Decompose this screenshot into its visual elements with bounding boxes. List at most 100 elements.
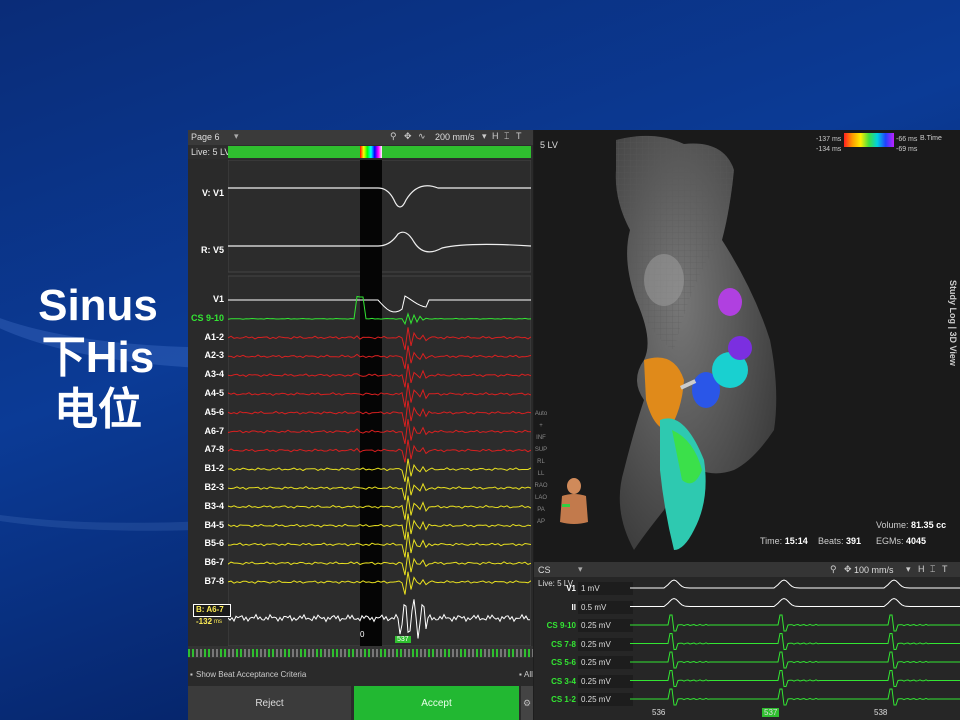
cs-trace [630, 651, 960, 669]
cs-scale-label[interactable]: 0.25 mV [578, 637, 633, 651]
timeline-tick [436, 649, 438, 657]
tool-icon[interactable]: ⚲ [390, 131, 397, 142]
slide-title-line-1: Sinus [38, 281, 158, 330]
chevron-down-icon[interactable]: ▾ [482, 131, 487, 142]
cs-channel-label[interactable]: CS 3-4 [536, 677, 576, 686]
zero-marker: 0 [360, 630, 365, 639]
timeline-tick [392, 649, 394, 657]
wave-icon[interactable]: ∿ [418, 131, 426, 142]
chevron-down-icon[interactable]: ▾ [578, 564, 583, 575]
channel-label[interactable]: B2-3 [184, 482, 224, 492]
view-button[interactable]: RAO [534, 480, 548, 492]
channel-label[interactable]: CS 9-10 [184, 313, 224, 323]
criteria-label[interactable]: Show Beat Acceptance Criteria [196, 670, 306, 679]
timeline-tick [192, 649, 194, 657]
view-button[interactable]: RL [534, 456, 548, 468]
timeline-tick [448, 649, 450, 657]
egm-waveforms[interactable] [228, 160, 531, 646]
reject-button[interactable]: Reject [188, 686, 351, 720]
criteria-checkbox[interactable]: ▪ [190, 670, 193, 679]
chevron-down-icon[interactable]: ▾ [906, 564, 911, 575]
view-button[interactable]: PA [534, 504, 548, 516]
channel-label[interactable]: B4-5 [184, 520, 224, 530]
cs-trace [630, 579, 960, 589]
accept-button[interactable]: Accept [354, 686, 519, 720]
channel-label[interactable]: A5-6 [184, 407, 224, 417]
channel-label[interactable]: B6-7 [184, 557, 224, 567]
channel-label[interactable]: A7-8 [184, 444, 224, 454]
timeline-tick [208, 649, 210, 657]
all-checkbox[interactable]: ▪ [519, 670, 522, 679]
view-button[interactable]: SUP [534, 444, 548, 456]
channel-label[interactable]: A2-3 [184, 350, 224, 360]
cs-channel-label[interactable]: CS 5-6 [536, 658, 576, 667]
cs-scale-label[interactable]: 0.25 mV [578, 693, 633, 706]
channel-label[interactable]: B5-6 [184, 538, 224, 548]
channel-label[interactable]: V1 [184, 294, 224, 304]
t-icon[interactable]: T [942, 564, 948, 574]
timeline-tick [460, 649, 462, 657]
beats-label: Beats: [818, 536, 844, 546]
egm-review-panel: Page 6 ▾ ⚲ ✥ ∿ 200 mm/s ▾ H ⌶ T Live: 5 … [188, 130, 534, 720]
cs-channel-label[interactable]: CS 7-8 [536, 640, 576, 649]
view-button[interactable]: LL [534, 468, 548, 480]
cs-channel-label[interactable]: II [536, 603, 576, 612]
timeline-tick [244, 649, 246, 657]
channel-label[interactable]: B3-4 [184, 501, 224, 511]
caliper-icon[interactable]: ⌶ [504, 131, 509, 142]
channel-label[interactable]: B1-2 [184, 463, 224, 473]
cs-scale-label[interactable]: 0.25 mV [578, 619, 633, 632]
move-icon[interactable]: ✥ [404, 131, 412, 142]
cs-scale-label[interactable]: 1 mV [578, 582, 633, 595]
3d-map-view[interactable]: 5 LV -137 ms -134 ms -66 ms -69 ms B.Tim… [534, 130, 960, 562]
page-selector[interactable]: Page 6 [191, 132, 220, 142]
lat-channel-box[interactable]: B: A6-7 [193, 604, 231, 617]
cs-waveforms[interactable] [630, 578, 960, 720]
cs-scale-label[interactable]: 0.25 mV [578, 656, 633, 669]
cs-sweep-speed[interactable]: 100 mm/s [854, 565, 894, 575]
h-icon[interactable]: H [918, 564, 925, 574]
cs-scale-label[interactable]: 0.25 mV [578, 674, 633, 688]
timeline-tick [428, 649, 430, 657]
t-icon[interactable]: T [516, 131, 522, 141]
view-button[interactable]: Auto [534, 408, 548, 420]
gear-icon[interactable]: ⚙ [521, 686, 533, 720]
sweep-speed[interactable]: 200 mm/s [435, 132, 475, 142]
timeline-tick [488, 649, 490, 657]
tool-icon[interactable]: ⚲ [830, 564, 837, 575]
view-button[interactable]: AP [534, 516, 548, 528]
move-icon[interactable]: ✥ [844, 564, 852, 575]
timeline-tick [240, 649, 242, 657]
ref-channel-label[interactable]: V: V1 [184, 188, 224, 198]
channel-label[interactable]: A3-4 [184, 369, 224, 379]
lat-channel-label: B: A6-7 [196, 605, 224, 614]
channel-label[interactable]: B7-8 [184, 576, 224, 586]
h-icon[interactable]: H [492, 131, 499, 141]
cs-scale-label[interactable]: 0.5 mV [578, 600, 633, 614]
window-of-interest-marker[interactable] [360, 146, 382, 158]
caliper-icon[interactable]: ⌶ [930, 564, 935, 575]
timeline-tick [376, 649, 378, 657]
lv-anatomy[interactable] [534, 130, 960, 562]
timeline-tick [296, 649, 298, 657]
channel-label[interactable]: A1-2 [184, 332, 224, 342]
timeline-tick [252, 649, 254, 657]
cs-page-selector[interactable]: CS [538, 565, 551, 575]
cs-channel-label[interactable]: CS 9-10 [536, 621, 576, 630]
cs-channel-label[interactable]: V1 [536, 584, 576, 593]
cs-channel-label[interactable]: CS 1-2 [536, 695, 576, 704]
chevron-down-icon[interactable]: ▾ [234, 131, 239, 142]
timeline-tick [456, 649, 458, 657]
live-map-label: Live: 5 LV [191, 147, 231, 157]
beat-timeline[interactable] [188, 646, 534, 658]
timeline-tick [524, 649, 526, 657]
beat-marker: 537 [395, 636, 411, 643]
ref-channel-label[interactable]: R: V5 [184, 245, 224, 255]
view-button[interactable]: INF [534, 432, 548, 444]
view-button[interactable]: LAO [534, 492, 548, 504]
view-button[interactable]: + [534, 420, 548, 432]
timeline-tick [504, 649, 506, 657]
channel-label[interactable]: A6-7 [184, 426, 224, 436]
channel-label[interactable]: A4-5 [184, 388, 224, 398]
all-label[interactable]: All [524, 670, 533, 679]
